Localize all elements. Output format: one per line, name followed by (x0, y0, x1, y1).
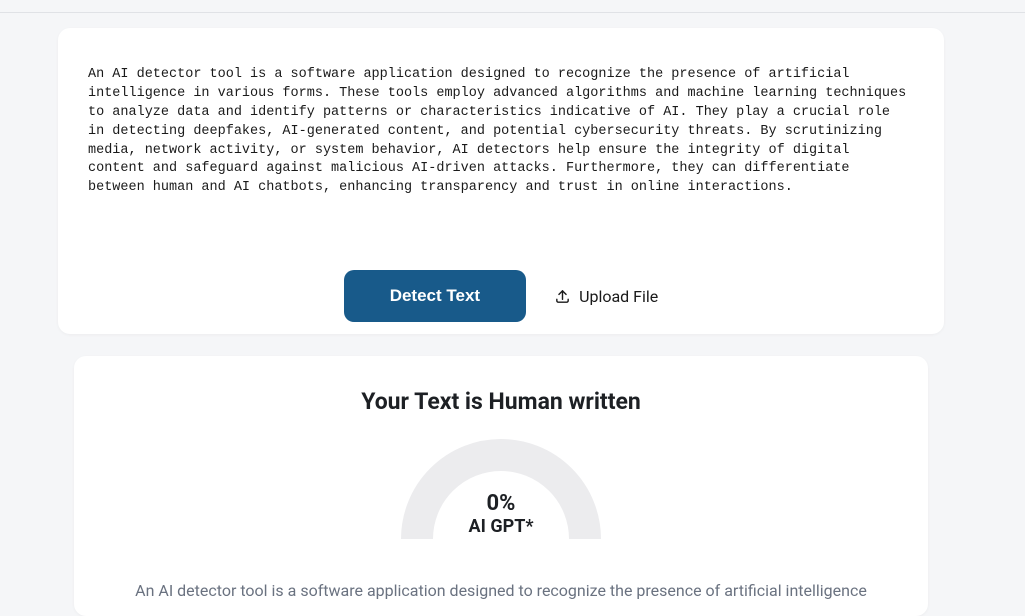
upload-file-button[interactable]: Upload File (554, 287, 658, 306)
text-input[interactable] (88, 66, 914, 244)
gauge: 0% AI GPT* (118, 439, 884, 549)
upload-file-label: Upload File (579, 287, 658, 306)
gauge-label: AI GPT* (401, 516, 601, 537)
input-card: Detect Text Upload File (58, 28, 944, 334)
result-card: Your Text is Human written 0% AI GPT* An… (74, 356, 928, 616)
result-paragraph: An AI detector tool is a software applic… (118, 579, 884, 603)
detect-text-button[interactable]: Detect Text (344, 270, 526, 322)
gauge-text: 0% AI GPT* (401, 491, 601, 537)
divider (0, 12, 1025, 13)
gauge-percent: 0% (401, 491, 601, 516)
upload-icon (554, 288, 571, 305)
input-actions: Detect Text Upload File (88, 270, 914, 322)
result-title: Your Text is Human written (118, 388, 884, 415)
